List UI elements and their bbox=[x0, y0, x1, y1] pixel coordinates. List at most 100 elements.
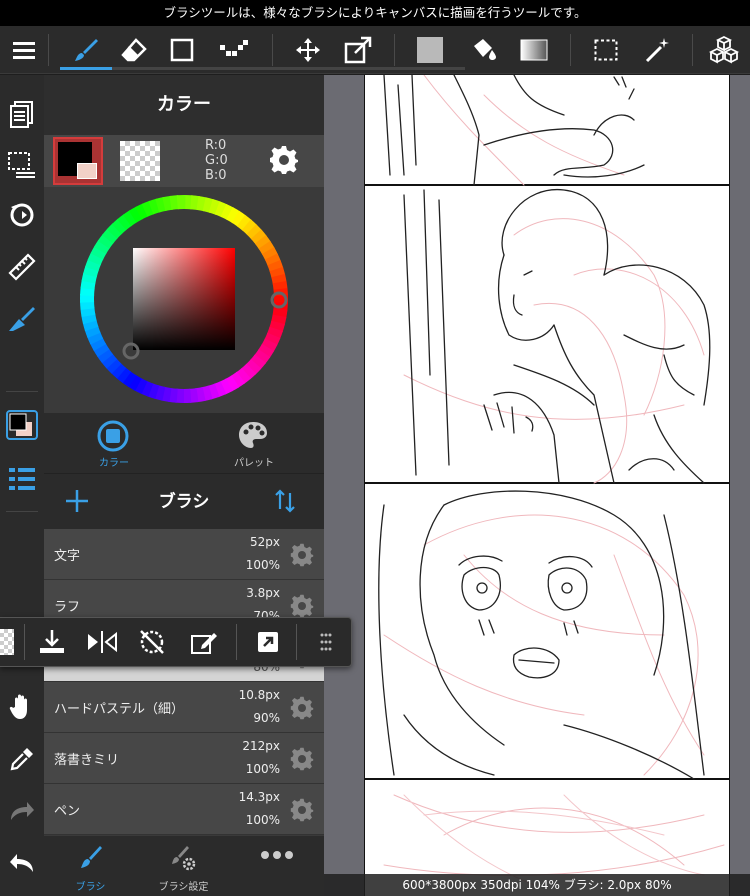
magic-wand-button[interactable] bbox=[634, 26, 682, 74]
manga-page[interactable] bbox=[364, 75, 730, 896]
color-tabs: カラー パレット bbox=[44, 413, 324, 473]
brush-size: 14.3px bbox=[238, 790, 280, 804]
menu-icon bbox=[13, 42, 35, 59]
3d-model-button[interactable] bbox=[700, 26, 748, 74]
brush-opacity: 90% bbox=[253, 711, 280, 725]
brush-size: 212px bbox=[242, 739, 280, 753]
selection-icon bbox=[594, 39, 618, 61]
manga-artwork bbox=[364, 75, 730, 896]
rotate-button[interactable] bbox=[0, 193, 44, 237]
disable-rotation-button[interactable] bbox=[128, 618, 176, 666]
selection-tool-button[interactable] bbox=[582, 26, 630, 74]
pen-brush-icon bbox=[9, 307, 35, 331]
eyedropper-icon bbox=[10, 748, 33, 771]
undo-button[interactable] bbox=[0, 841, 44, 885]
hand-icon bbox=[9, 694, 27, 719]
more-icon bbox=[261, 851, 293, 859]
flip-horizontal-button[interactable] bbox=[78, 618, 126, 666]
gradient-tool-button[interactable] bbox=[510, 26, 558, 74]
floating-toolbar bbox=[0, 617, 352, 667]
color-panel-title: カラー bbox=[44, 75, 324, 135]
redo-icon bbox=[11, 802, 34, 820]
eraser-icon bbox=[121, 38, 147, 62]
color-swatch-button[interactable] bbox=[0, 403, 44, 447]
hand-tool-button[interactable] bbox=[0, 685, 44, 729]
list-icon bbox=[9, 468, 35, 490]
bucket-tool-button[interactable] bbox=[460, 26, 508, 74]
color-info-row: R:0 G:0 B:0 bbox=[44, 135, 324, 187]
download-icon bbox=[40, 630, 64, 653]
gear-icon[interactable] bbox=[290, 798, 314, 822]
expand-arrow-icon bbox=[258, 632, 278, 652]
eyedropper-button[interactable] bbox=[0, 737, 44, 781]
ruler-icon bbox=[8, 253, 36, 281]
brush-icon bbox=[75, 39, 98, 61]
download-button[interactable] bbox=[28, 618, 76, 666]
main-color-swatch[interactable] bbox=[53, 137, 103, 185]
redo-button[interactable] bbox=[0, 789, 44, 833]
ruler-button[interactable] bbox=[0, 245, 44, 289]
tab-brush-settings[interactable]: ブラシ設定 bbox=[137, 836, 230, 896]
side-panel: カラー R:0 G:0 B:0 カラー パレット ブラシ 文字 52px 100… bbox=[44, 75, 324, 896]
selection-list-icon bbox=[8, 152, 35, 178]
brush-name: ペン bbox=[54, 804, 81, 819]
rotate-icon bbox=[10, 203, 34, 227]
brush-size: 10.8px bbox=[238, 688, 280, 702]
brush-settings-icon bbox=[172, 846, 196, 871]
color-swatch-icon bbox=[6, 410, 38, 440]
color-tab-icon bbox=[97, 420, 129, 452]
left-sidebar bbox=[0, 75, 44, 896]
color-settings-button[interactable] bbox=[269, 145, 299, 179]
brush-item[interactable]: ハードパステル（細） 10.8px 90% bbox=[44, 682, 324, 733]
gear-icon[interactable] bbox=[290, 747, 314, 771]
gear-icon[interactable] bbox=[290, 594, 314, 618]
menu-button[interactable] bbox=[0, 26, 48, 74]
brush-item[interactable]: 落書きミリ 212px 100% bbox=[44, 733, 324, 784]
bucket-icon bbox=[474, 39, 496, 60]
grip-handle[interactable] bbox=[302, 618, 350, 666]
edit-selection-button[interactable] bbox=[180, 618, 228, 666]
top-toolbar bbox=[0, 26, 750, 74]
move-icon bbox=[296, 38, 320, 62]
rectangle-icon bbox=[170, 38, 194, 62]
tab-brush[interactable]: ブラシ bbox=[44, 836, 137, 896]
flip-horizontal-icon bbox=[88, 631, 117, 653]
brush-size: 3.8px bbox=[246, 586, 280, 600]
selection-layer-button[interactable] bbox=[0, 143, 44, 187]
sort-icon[interactable] bbox=[274, 489, 296, 513]
material-button[interactable] bbox=[0, 297, 44, 341]
transparent-swatch-button[interactable] bbox=[0, 618, 14, 666]
brush-name: 落書きミリ bbox=[54, 753, 120, 768]
checker-icon bbox=[0, 629, 14, 655]
expand-button[interactable] bbox=[244, 618, 292, 666]
layers-icon bbox=[10, 101, 33, 128]
brush-list-button[interactable] bbox=[0, 457, 44, 501]
tab-palette[interactable]: パレット bbox=[184, 413, 324, 473]
color-wheel[interactable] bbox=[44, 187, 324, 413]
gear-icon bbox=[270, 146, 298, 174]
more-options-button[interactable] bbox=[230, 836, 323, 896]
edit-selection-icon bbox=[191, 633, 217, 654]
brush-item[interactable]: 文字 52px 100% bbox=[44, 529, 324, 580]
transparent-color-swatch[interactable] bbox=[120, 141, 160, 181]
magic-wand-icon bbox=[645, 38, 669, 63]
gear-icon[interactable] bbox=[290, 696, 314, 720]
gear-icon[interactable] bbox=[290, 543, 314, 567]
brush-item[interactable]: ペン 14.3px 100% bbox=[44, 784, 324, 835]
brush-panel-header: ブラシ bbox=[44, 473, 324, 529]
brush-name: ハードパステル（細） bbox=[54, 702, 185, 717]
tab-color[interactable]: カラー bbox=[44, 413, 184, 473]
brush-opacity: 100% bbox=[245, 762, 280, 776]
color-picker-area bbox=[44, 187, 324, 413]
status-bar: 600*3800px 350dpi 104% ブラシ: 2.0px 80% bbox=[324, 874, 750, 896]
background-color bbox=[77, 163, 97, 179]
brush-tab-icon bbox=[81, 846, 102, 868]
transform-icon bbox=[344, 36, 372, 64]
brush-name: 文字 bbox=[54, 549, 81, 564]
palette-icon bbox=[239, 422, 267, 448]
brush-size: 52px bbox=[250, 535, 280, 549]
3d-cubes-icon bbox=[708, 35, 740, 64]
layers-button[interactable] bbox=[0, 93, 44, 137]
rgb-readout: R:0 G:0 B:0 bbox=[205, 138, 228, 183]
dot-line-icon bbox=[220, 40, 248, 56]
